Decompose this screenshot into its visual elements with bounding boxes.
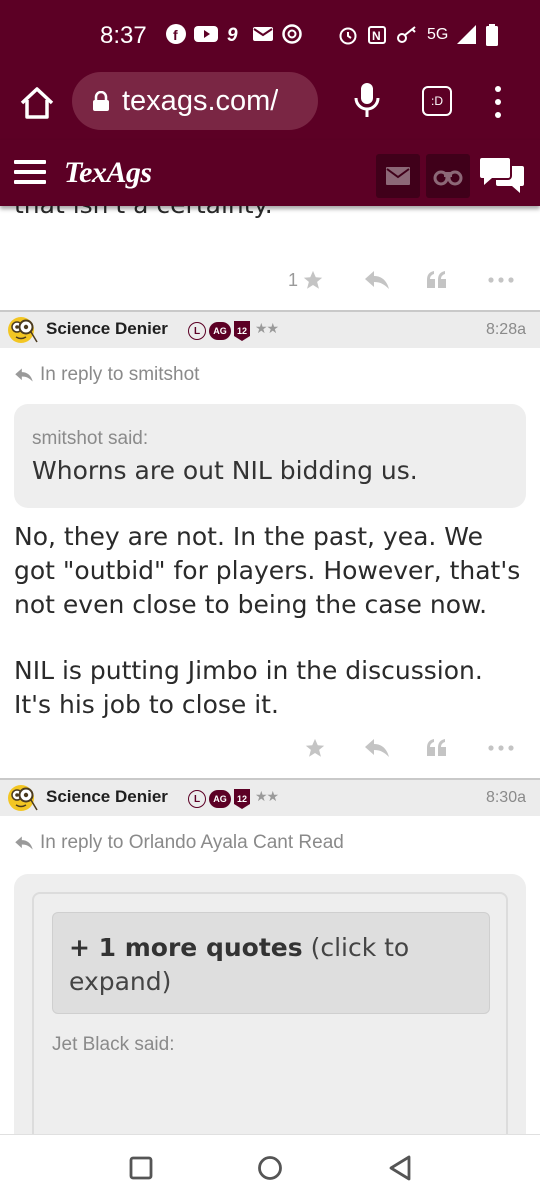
hamburger-menu-icon[interactable] bbox=[14, 160, 46, 184]
svg-text:N: N bbox=[372, 29, 381, 43]
username[interactable]: Science Denier bbox=[46, 319, 168, 339]
svg-text:f: f bbox=[173, 27, 178, 43]
post-header: Science Denier L AG 12 ★★ 8:30a bbox=[0, 778, 540, 816]
badge-l: L bbox=[188, 790, 206, 808]
reply-arrow-icon bbox=[15, 836, 33, 850]
post-time: 8:30a bbox=[485, 789, 526, 806]
watched-threads-button[interactable] bbox=[426, 154, 470, 198]
quote-block: + 1 more quotes (click to expand) Jet Bl… bbox=[14, 874, 526, 1134]
like-button[interactable]: 1 bbox=[288, 260, 324, 300]
nine-icon: 9 bbox=[227, 25, 238, 44]
avatar[interactable] bbox=[7, 315, 39, 345]
previous-post-actions: 1 bbox=[0, 260, 540, 300]
quote-icon[interactable] bbox=[426, 260, 448, 300]
facebook-icon: f bbox=[166, 24, 186, 44]
system-navigation-bar bbox=[0, 1134, 540, 1200]
more-quotes-count: + 1 more quotes bbox=[69, 933, 303, 962]
nfc-icon: N bbox=[368, 26, 386, 44]
badge-l: L bbox=[188, 322, 206, 340]
post-header: Science Denier L AG 12 ★★ 8:28a bbox=[0, 310, 540, 348]
site-header: TexAgs bbox=[0, 140, 540, 206]
quote-author[interactable]: smitshot said: bbox=[32, 428, 148, 450]
reply-icon[interactable] bbox=[364, 728, 390, 768]
like-count: 1 bbox=[288, 269, 299, 290]
chat-bubbles-icon[interactable] bbox=[480, 154, 526, 198]
key-icon bbox=[397, 26, 416, 43]
messages-button[interactable] bbox=[376, 154, 420, 198]
chrome-icon bbox=[282, 24, 302, 44]
quote-icon[interactable] bbox=[426, 728, 448, 768]
quote-block: smitshot said: Whorns are out NIL biddin… bbox=[14, 404, 526, 508]
reply-arrow-icon bbox=[15, 368, 33, 382]
browser-menu-button[interactable] bbox=[488, 86, 508, 118]
post-paragraph: No, they are not. In the past, yea. We g… bbox=[14, 522, 521, 619]
user-stars: ★★ bbox=[255, 789, 279, 805]
previous-post-text: that isn't a certainty. bbox=[14, 206, 273, 219]
youtube-icon bbox=[194, 26, 218, 42]
reply-to-text: In reply to smitshot bbox=[40, 364, 200, 385]
more-options-icon[interactable] bbox=[488, 728, 514, 768]
thread-content: that isn't a certainty. 1 Science Denier… bbox=[0, 206, 540, 1134]
microphone-icon[interactable] bbox=[352, 82, 382, 118]
quote-author[interactable]: Jet Black said: bbox=[52, 1034, 175, 1056]
post-actions bbox=[0, 728, 540, 768]
star-icon[interactable] bbox=[304, 728, 326, 768]
lock-icon bbox=[93, 91, 109, 111]
recents-icon[interactable] bbox=[126, 1153, 156, 1183]
reply-to-link[interactable]: In reply to smitshot bbox=[14, 364, 199, 386]
post-body: No, they are not. In the past, yea. We g… bbox=[14, 520, 526, 754]
quote-text: Whorns are out NIL bidding us. bbox=[32, 456, 418, 485]
status-time: 8:37 bbox=[100, 22, 147, 49]
alarm-icon bbox=[339, 27, 357, 45]
address-bar[interactable]: texags.com/ bbox=[72, 72, 318, 130]
site-logo[interactable]: TexAgs bbox=[64, 156, 152, 190]
network-label: 5G bbox=[427, 26, 449, 43]
back-icon[interactable] bbox=[386, 1153, 416, 1183]
post-time: 8:28a bbox=[485, 321, 526, 338]
reply-icon[interactable] bbox=[364, 260, 390, 300]
reply-to-link[interactable]: In reply to Orlando Ayala Cant Read bbox=[14, 832, 344, 854]
svg-text:9: 9 bbox=[227, 25, 238, 44]
badge-ag: AG bbox=[209, 790, 231, 808]
tab-switcher-button[interactable]: :D bbox=[422, 86, 452, 116]
notification-icons: f 9 bbox=[166, 24, 302, 44]
mail-icon bbox=[253, 27, 273, 41]
badge-class-year: 12 bbox=[234, 789, 250, 809]
username[interactable]: Science Denier bbox=[46, 787, 168, 807]
browser-toolbar: texags.com/ :D bbox=[0, 68, 540, 140]
avatar[interactable] bbox=[7, 783, 39, 813]
expand-quotes-button[interactable]: + 1 more quotes (click to expand) bbox=[52, 912, 490, 1014]
star-icon bbox=[303, 270, 323, 289]
nested-quote: + 1 more quotes (click to expand) Jet Bl… bbox=[32, 892, 508, 1134]
post-paragraph: NIL is putting Jimbo in the discussion. … bbox=[14, 656, 483, 719]
envelope-icon bbox=[386, 167, 410, 185]
badge-ag: AG bbox=[209, 322, 231, 340]
badge-class-year: 12 bbox=[234, 321, 250, 341]
signal-icon bbox=[457, 25, 477, 44]
more-options-icon[interactable] bbox=[488, 260, 514, 300]
status-bar: 8:37 f 9 N 5G bbox=[0, 0, 540, 68]
url-text: texags.com/ bbox=[122, 84, 279, 117]
reply-to-text: In reply to Orlando Ayala Cant Read bbox=[40, 832, 344, 853]
user-stars: ★★ bbox=[255, 321, 279, 337]
home-icon[interactable] bbox=[18, 84, 56, 122]
home-nav-icon[interactable] bbox=[255, 1153, 285, 1183]
binoculars-icon bbox=[433, 170, 463, 186]
system-icons: N 5G bbox=[338, 24, 499, 46]
battery-icon bbox=[486, 24, 499, 46]
